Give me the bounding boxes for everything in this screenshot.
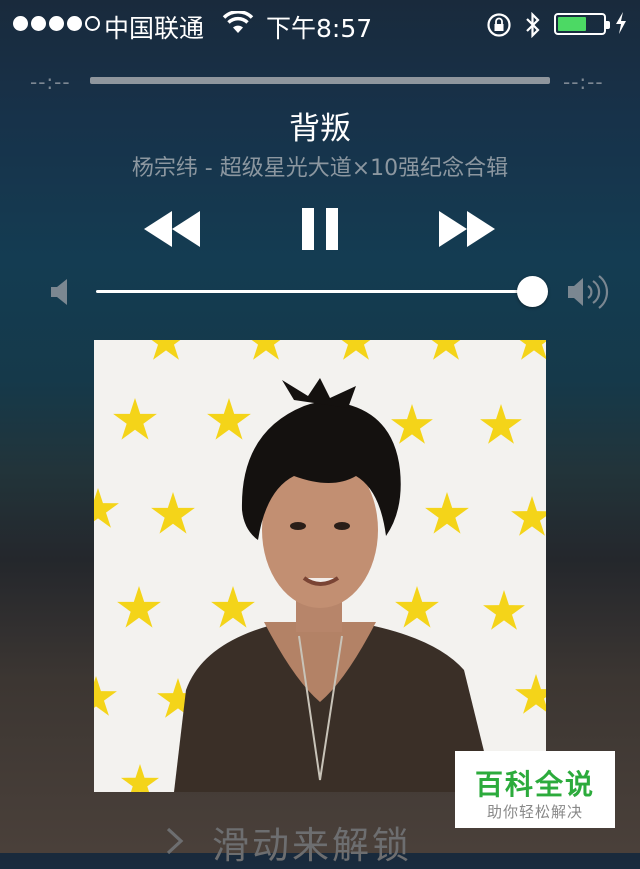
signal-strength-icon [13, 16, 100, 31]
status-bar: 中国联通 下午8:57 [0, 0, 640, 48]
carrier-name: 中国联通 [104, 14, 205, 43]
watermark-logo: 百科全说 助你轻松解决 [455, 751, 615, 828]
volume-slider-track[interactable] [96, 290, 534, 293]
rotation-lock-icon [486, 12, 512, 42]
next-track-button[interactable] [439, 211, 497, 251]
chevron-right-icon [165, 826, 185, 860]
volume-low-icon [51, 279, 71, 309]
bluetooth-icon [524, 11, 542, 42]
watermark-subtitle: 助你轻松解决 [486, 803, 583, 821]
volume-slider-thumb[interactable] [517, 276, 548, 307]
pause-button[interactable] [302, 208, 338, 254]
clock-time: 下午8:57 [266, 14, 373, 43]
rewind-icon [144, 211, 200, 247]
wifi-icon [222, 10, 254, 39]
battery-icon [554, 13, 610, 35]
battery-level-fill [558, 17, 586, 31]
fast-forward-icon [439, 211, 495, 247]
pause-icon [302, 208, 338, 250]
remaining-time: --:-- [563, 70, 604, 94]
slide-to-unlock[interactable]: 滑动来解锁 [212, 815, 412, 869]
volume-high-icon [568, 275, 612, 313]
watermark-title: 百科全说 [474, 768, 595, 801]
previous-track-button[interactable] [144, 211, 202, 251]
album-artwork [94, 340, 546, 792]
charging-icon [614, 11, 628, 39]
song-artist-album: 杨宗纬 - 超级星光大道×10强纪念合辑 [131, 156, 509, 181]
song-title: 背叛 [289, 111, 351, 147]
track-progress-bar[interactable] [90, 77, 550, 84]
elapsed-time: --:-- [30, 70, 71, 94]
